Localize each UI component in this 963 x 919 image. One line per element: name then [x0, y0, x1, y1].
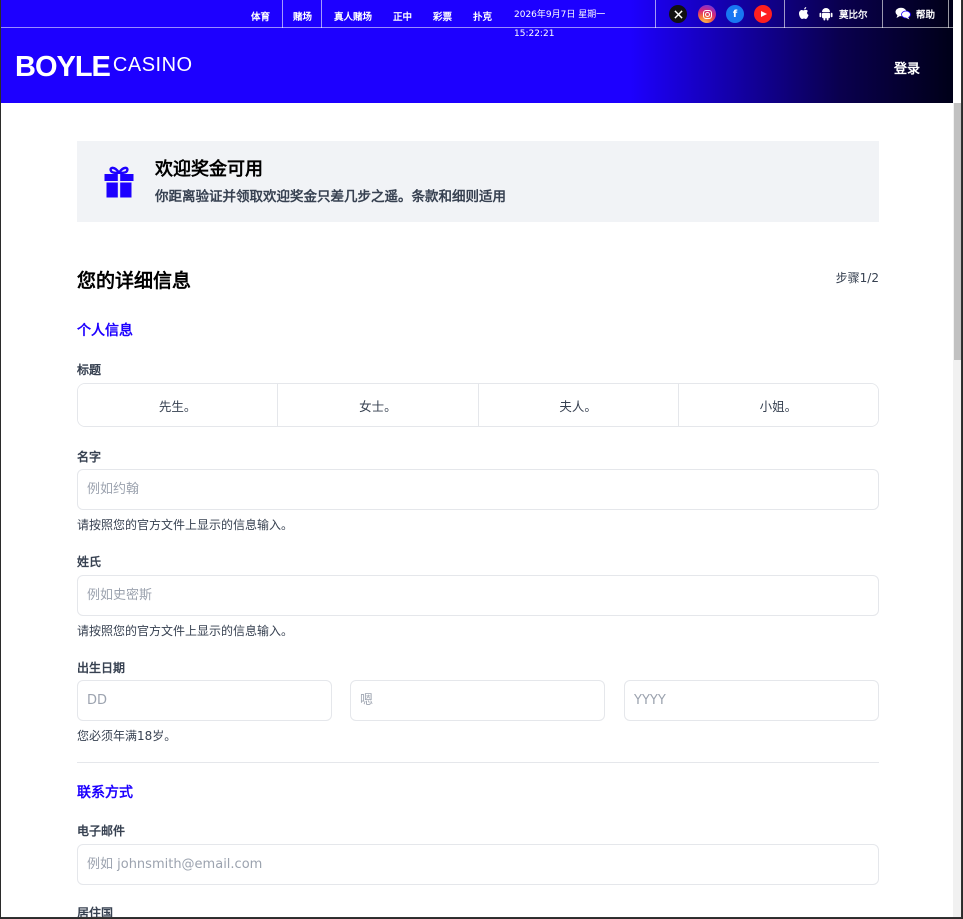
- help-link[interactable]: 帮助: [916, 7, 935, 21]
- dob-day-input[interactable]: [77, 680, 332, 721]
- nav-separator: [784, 0, 785, 28]
- nav-separator: [655, 0, 656, 28]
- nav-live-casino[interactable]: 真人赌场: [334, 9, 372, 23]
- welcome-text: 你距离验证并领取欢迎奖金只差几步之遥。条款和细则适用: [155, 189, 506, 205]
- first-name-hint: 请按照您的官方文件上显示的信息输入。: [77, 518, 294, 532]
- title-selector: 先生。 女士。 夫人。 小姐。: [77, 383, 879, 427]
- boyle-casino-logo[interactable]: BOYLE CASINO: [15, 51, 193, 84]
- first-name-input[interactable]: [77, 469, 879, 510]
- chat-icon[interactable]: [895, 7, 911, 20]
- page-viewport: 体育 赌场 真人赌场 正中 彩票 扑克 2026年9月7日 星期一 15:22:…: [1, 0, 962, 918]
- login-button[interactable]: 登录: [894, 58, 920, 77]
- last-name-label: 姓氏: [77, 555, 102, 569]
- nav-lottery[interactable]: 彩票: [433, 9, 452, 23]
- datetime: 2026年9月7日 星期一 15:22:21: [514, 10, 606, 39]
- nav-casino[interactable]: 赌场: [293, 9, 312, 23]
- country-label: 居住国: [77, 906, 114, 918]
- nav-separator: [882, 0, 883, 28]
- scrollbar-thumb[interactable]: [954, 103, 961, 360]
- personal-info-heading: 个人信息: [77, 323, 133, 339]
- x-twitter-icon[interactable]: [669, 5, 687, 23]
- page-scrollbar[interactable]: [953, 103, 961, 917]
- last-name-input[interactable]: [77, 575, 879, 616]
- title-option-mrs[interactable]: 夫人。: [478, 384, 679, 426]
- page-title: 您的详细信息: [77, 270, 192, 292]
- first-name-label: 名字: [77, 450, 102, 464]
- apple-icon[interactable]: [798, 6, 810, 21]
- top-bar: 体育 赌场 真人赌场 正中 彩票 扑克 2026年9月7日 星期一 15:22:…: [1, 0, 953, 39]
- nav-sports[interactable]: 体育: [251, 9, 270, 23]
- nav-separator: [282, 0, 283, 28]
- instagram-icon[interactable]: [698, 5, 716, 23]
- nav-poker[interactable]: 扑克: [473, 9, 492, 23]
- site-header: 体育 赌场 真人赌场 正中 彩票 扑克 2026年9月7日 星期一 15:22:…: [1, 0, 953, 103]
- title-option-ms[interactable]: 女士。: [278, 384, 479, 426]
- dob-month-input[interactable]: [350, 680, 605, 721]
- facebook-icon[interactable]: f: [726, 5, 744, 23]
- section-divider: [77, 762, 879, 763]
- youtube-icon[interactable]: [754, 5, 772, 23]
- nav-bingo[interactable]: 正中: [393, 9, 412, 23]
- email-label: 电子邮件: [77, 824, 126, 838]
- welcome-title: 欢迎奖金可用: [155, 159, 263, 180]
- welcome-bonus-banner: 欢迎奖金可用 你距离验证并领取欢迎奖金只差几步之遥。条款和细则适用: [77, 141, 879, 222]
- nav-separator: [948, 0, 949, 28]
- title-label: 标题: [77, 363, 102, 377]
- last-name-hint: 请按照您的官方文件上显示的信息输入。: [77, 624, 294, 638]
- title-option-mr[interactable]: 先生。: [78, 384, 279, 426]
- android-icon[interactable]: [819, 6, 833, 21]
- dob-label: 出生日期: [77, 661, 126, 675]
- gift-icon: [104, 166, 134, 198]
- dob-year-input[interactable]: [624, 680, 879, 721]
- step-indicator: 步骤1/2: [835, 271, 879, 285]
- contact-heading: 联系方式: [77, 785, 133, 801]
- title-option-miss[interactable]: 小姐。: [678, 384, 878, 426]
- dob-hint: 您必须年满18岁。: [77, 729, 177, 743]
- email-input[interactable]: [77, 844, 879, 885]
- mobile-link[interactable]: 莫比尔: [839, 7, 868, 21]
- nav-separator: [321, 0, 322, 28]
